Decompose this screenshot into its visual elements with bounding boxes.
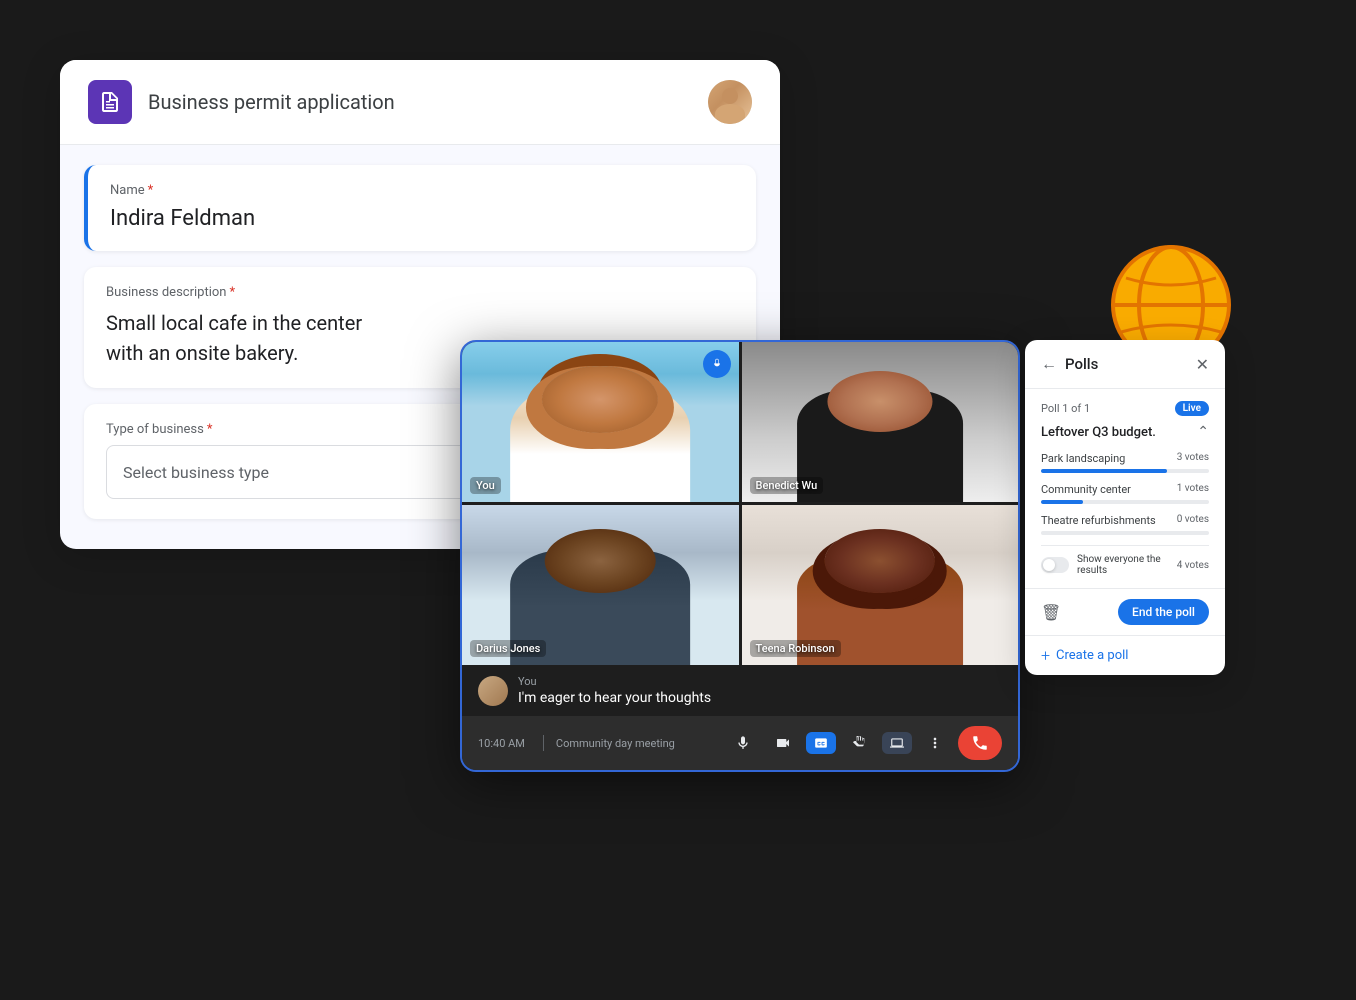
polls-actions: 🗑 End the poll (1025, 588, 1225, 635)
back-button[interactable]: ← (1041, 354, 1057, 374)
poll-count: Poll 1 of 1 (1041, 402, 1090, 415)
video-tile-teena: Teena Robinson (742, 505, 1019, 665)
poll-meta: Poll 1 of 1 Live (1041, 401, 1209, 416)
option-votes-0: 3 votes (1177, 452, 1209, 465)
poll-option-0: Park landscaping 3 votes (1041, 452, 1209, 473)
name-value: Indira Feldman (110, 206, 734, 231)
polls-title: Polls (1065, 355, 1196, 373)
option-votes-2: 0 votes (1177, 514, 1209, 527)
present-button[interactable] (882, 732, 912, 754)
select-placeholder: Select business type (123, 463, 269, 482)
video-tile-you: You (462, 342, 739, 502)
close-button[interactable]: ✕ (1196, 355, 1209, 374)
create-poll-label: Create a poll (1056, 648, 1128, 663)
tile-label-teena: Teena Robinson (750, 640, 841, 657)
poll-live-badge: Live (1175, 401, 1209, 416)
hand-raise-button[interactable] (842, 726, 876, 760)
option-bar-2 (1041, 531, 1209, 535)
option-bar-1 (1041, 500, 1209, 504)
chat-sender: You (518, 675, 1002, 688)
camera-button[interactable] (766, 726, 800, 760)
form-avatar (708, 80, 752, 124)
option-bar-fill-0 (1041, 469, 1167, 473)
poll-option-2: Theatre refurbishments 0 votes (1041, 514, 1209, 535)
chat-message: I'm eager to hear your thoughts (518, 690, 1002, 706)
chat-bar: You I'm eager to hear your thoughts (462, 665, 1018, 716)
avatar-image (708, 80, 752, 124)
option-label-2: Theatre refurbishments (1041, 514, 1156, 527)
poll-option-1: Community center 1 votes (1041, 483, 1209, 504)
name-field[interactable]: Name * Indira Feldman (84, 165, 756, 251)
end-call-button[interactable] (958, 726, 1002, 760)
video-grid: You Benedict Wu Darius Jones Teena Robin… (462, 342, 1018, 665)
video-call-card: You Benedict Wu Darius Jones Teena Robin… (460, 340, 1020, 772)
show-results-row: Show everyone the results 4 votes (1041, 545, 1209, 576)
option-bar-fill-1 (1041, 500, 1083, 504)
mic-button[interactable] (726, 726, 760, 760)
polls-panel: ← Polls ✕ Poll 1 of 1 Live Leftover Q3 b… (1025, 340, 1225, 675)
show-results-votes: 4 votes (1177, 560, 1209, 571)
chat-content: You I'm eager to hear your thoughts (518, 675, 1002, 706)
meeting-name: Community day meeting (556, 737, 720, 750)
more-options-button[interactable] (918, 726, 952, 760)
chat-avatar (478, 676, 508, 706)
tile-label-benedict: Benedict Wu (750, 477, 824, 494)
polls-body: Poll 1 of 1 Live Leftover Q3 budget. ⌃ P… (1025, 389, 1225, 588)
show-results-label: Show everyone the results (1077, 554, 1169, 576)
video-tile-benedict: Benedict Wu (742, 342, 1019, 502)
cc-button[interactable] (806, 732, 836, 754)
tile-label-darius: Darius Jones (470, 640, 546, 657)
create-poll-footer[interactable]: + Create a poll (1025, 635, 1225, 675)
poll-question: Leftover Q3 budget. ⌃ (1041, 424, 1209, 440)
meeting-time: 10:40 AM (478, 737, 525, 750)
name-label: Name * (110, 183, 734, 198)
delete-poll-button[interactable]: 🗑 (1041, 603, 1061, 622)
option-votes-1: 1 votes (1177, 483, 1209, 496)
option-label-1: Community center (1041, 483, 1131, 496)
description-label: Business description * (106, 285, 734, 300)
polls-header: ← Polls ✕ (1025, 340, 1225, 389)
form-title: Business permit application (148, 90, 708, 114)
tile-label-you: You (470, 477, 501, 494)
option-bar-0 (1041, 469, 1209, 473)
form-icon (88, 80, 132, 124)
video-toolbar: 10:40 AM Community day meeting (462, 716, 1018, 770)
chevron-up-icon: ⌃ (1197, 424, 1209, 440)
end-poll-button[interactable]: End the poll (1118, 599, 1209, 625)
toolbar-divider (543, 735, 544, 751)
form-header: Business permit application (60, 60, 780, 145)
plus-icon: + (1041, 646, 1050, 665)
mic-active-icon (703, 350, 731, 378)
option-label-0: Park landscaping (1041, 452, 1125, 465)
video-tile-darius: Darius Jones (462, 505, 739, 665)
show-results-toggle[interactable] (1041, 557, 1069, 573)
